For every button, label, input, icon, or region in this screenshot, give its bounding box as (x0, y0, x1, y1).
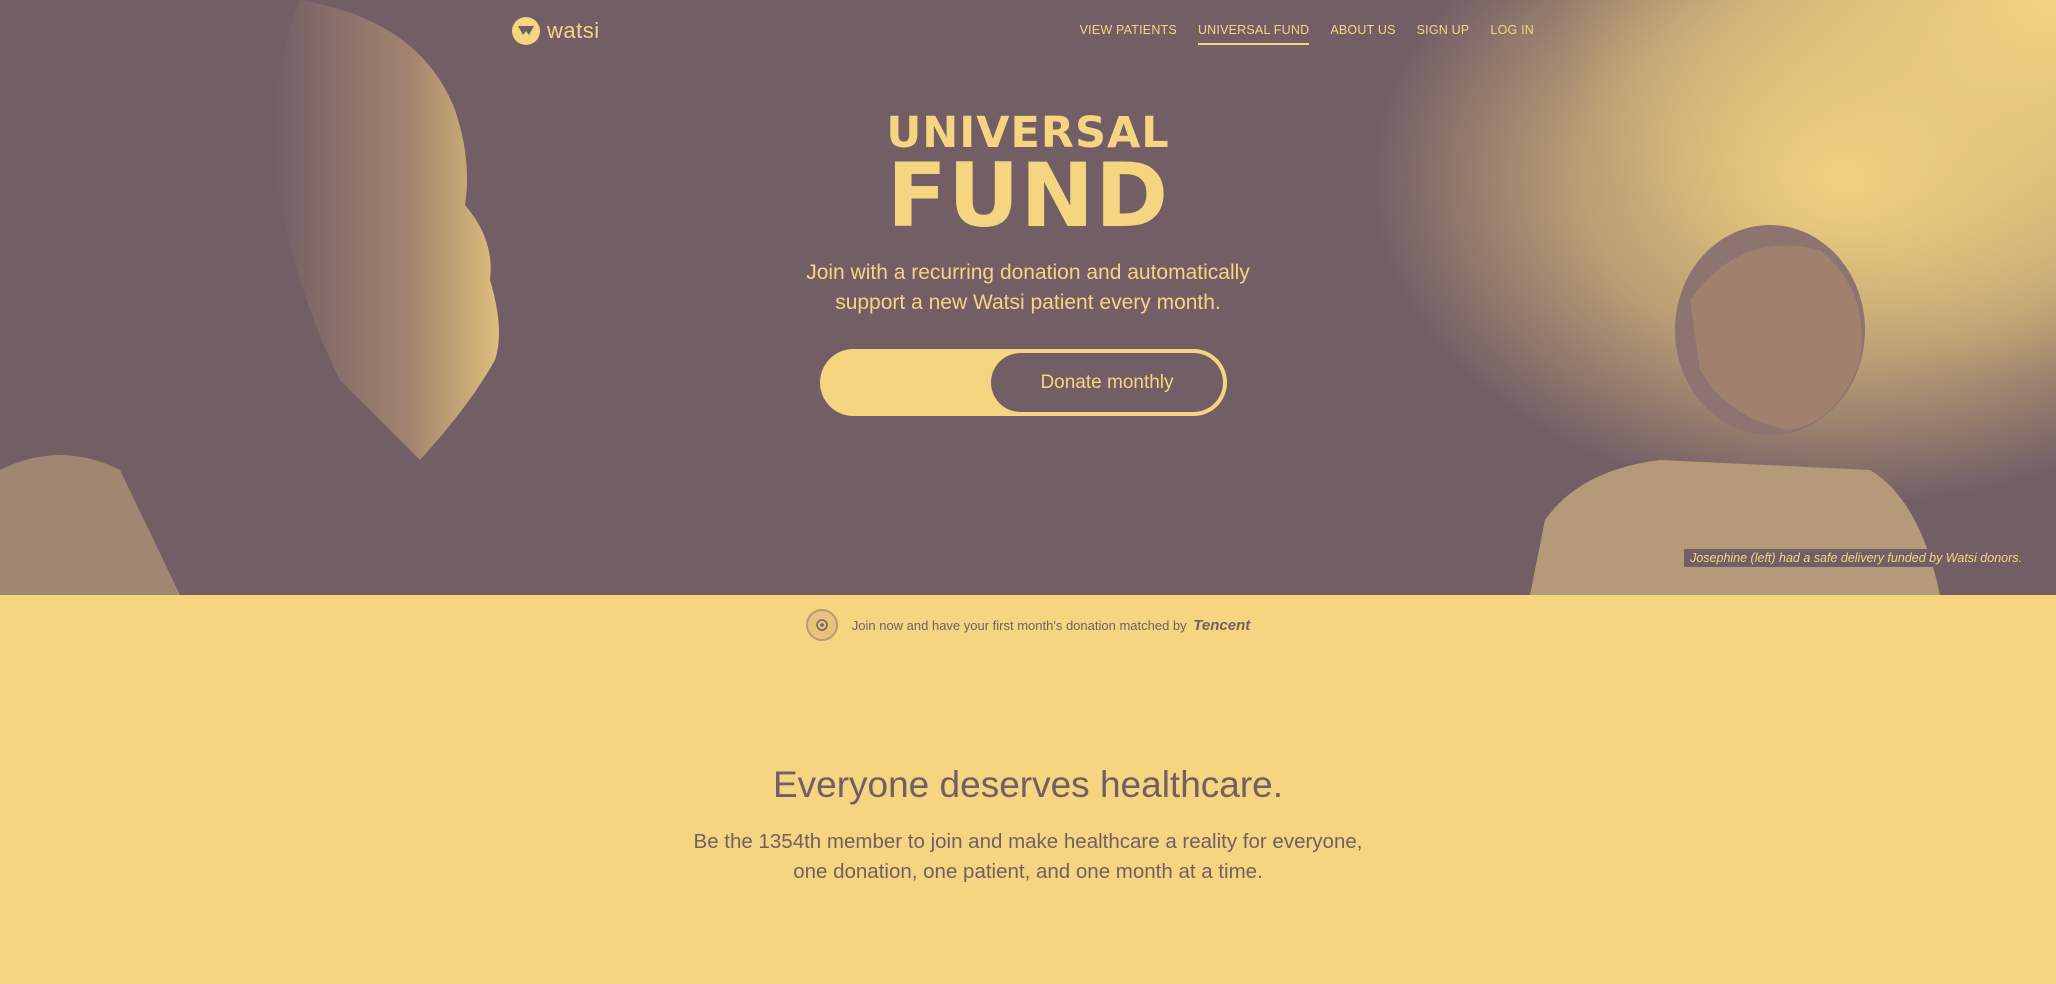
mission-title: Everyone deserves healthcare. (772, 764, 1284, 805)
matching-text-body: Join now and have your first month's don… (851, 617, 1187, 633)
nav-log-in[interactable]: LOG IN (1490, 23, 1534, 45)
hero-subtitle-line1: Join with a recurring donation and autom… (806, 261, 1250, 284)
matching-text: Join now and have your first month's don… (852, 617, 1250, 634)
hero-title-line2: FUND (886, 144, 1170, 247)
matching-banner: Join now and have your first month's don… (0, 608, 2056, 642)
matching-brand: Tencent (1193, 616, 1251, 634)
hero-title: UNIVERSAL FUND (0, 108, 2056, 247)
nav-view-patients[interactable]: VIEW PATIENTS (1080, 23, 1177, 45)
nav-links: VIEW PATIENTS UNIVERSAL FUND ABOUT US SI… (1080, 23, 1534, 45)
mission-text-line1: Be the 1354th member to join and make he… (693, 830, 1363, 853)
hero-subtitle-line2: support a new Watsi patient every month. (835, 291, 1221, 314)
donation-amount-input[interactable] (820, 349, 990, 416)
nav-sign-up[interactable]: SIGN UP (1417, 23, 1470, 45)
nav-universal-fund[interactable]: UNIVERSAL FUND (1197, 23, 1310, 45)
hero-subtitle: Join with a recurring donation and autom… (0, 258, 2056, 318)
photo-caption: Josephine (left) had a safe delivery fun… (1684, 549, 2028, 567)
mission-text: Be the 1354th member to join and make he… (0, 827, 2056, 887)
tencent-badge-icon (805, 609, 838, 641)
logo-text: watsi (547, 18, 600, 43)
hero-section: watsi VIEW PATIENTS UNIVERSAL FUND ABOUT… (0, 0, 2056, 595)
top-navigation: watsi VIEW PATIENTS UNIVERSAL FUND ABOUT… (0, 0, 2056, 64)
donate-monthly-button[interactable]: Donate monthly (991, 353, 1223, 412)
mission-text-line2: one donation, one patient, and one month… (793, 860, 1263, 883)
nav-about-us[interactable]: ABOUT US (1330, 23, 1395, 45)
watsi-logo-icon (512, 17, 540, 45)
donation-form: Donate monthly (820, 349, 1227, 416)
watsi-logo[interactable]: watsi (512, 17, 600, 45)
